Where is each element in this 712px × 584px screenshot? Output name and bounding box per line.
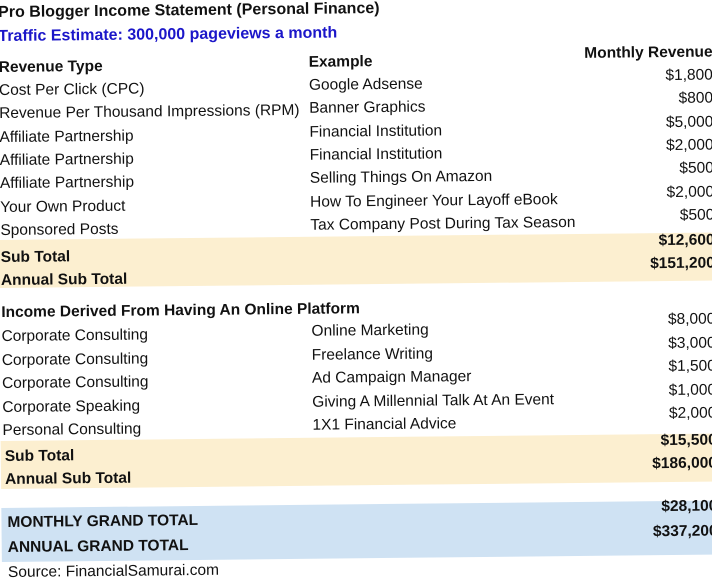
subtotal-label-1: Sub Total [0,248,71,267]
row-monthly-revenue: $1,500 [668,357,712,376]
income-statement-sheet: Pro Blogger Income Statement (Personal F… [0,0,712,581]
row-revenue-type: Revenue Per Thousand Impressions (RPM) [0,102,300,123]
row-revenue-type: Sponsored Posts [0,220,119,239]
row-revenue-type: Corporate Consulting [1,326,149,346]
subtotal-label-2: Sub Total [4,447,75,465]
row-monthly-revenue: $8,000 [667,310,712,329]
annual-grand-total-value: $337,200 [652,522,712,541]
row-monthly-revenue: $2,000 [666,183,712,201]
source-note: Source: FinancialSamurai.com [7,561,220,581]
annual-subtotal-value-2: $186,000 [652,454,712,473]
row-revenue-type: Affiliate Partnership [0,127,134,146]
row-monthly-revenue: $5,000 [665,113,712,131]
row-monthly-revenue: $500 [679,206,712,224]
row-revenue-type: Corporate Consulting [1,373,149,392]
traffic-estimate: Traffic Estimate: 300,000 pageviews a mo… [0,24,338,46]
row-revenue-type: Affiliate Partnership [0,173,135,193]
row-revenue-type: Corporate Speaking [2,397,141,416]
monthly-grand-total-value: $28,100 [661,497,712,516]
header-monthly-revenue: Monthly Revenue [584,43,712,62]
header-revenue-type: Revenue Type [0,57,103,77]
row-revenue-type: Personal Consulting [2,420,142,439]
annual-subtotal-value-1: $151,200 [650,254,712,273]
row-revenue-type: Corporate Consulting [1,349,149,369]
annual-subtotal-label-1: Annual Sub Total [0,270,128,290]
row-revenue-type: Your Own Product [0,197,126,216]
annual-subtotal-label-2: Annual Sub Total [4,469,132,488]
row-monthly-revenue: $2,000 [668,404,712,423]
row-monthly-revenue: $800 [678,89,712,108]
row-monthly-revenue: $2,000 [666,136,712,154]
row-monthly-revenue: $3,000 [668,334,712,352]
row-revenue-type: Cost Per Click (CPC) [0,80,145,100]
row-monthly-revenue: $500 [679,159,712,178]
row-monthly-revenue: $1,800 [665,66,712,85]
section2-title: Income Derived From Having An Online Pla… [1,300,360,322]
row-revenue-type: Affiliate Partnership [0,150,134,169]
statement-title: Pro Blogger Income Statement (Personal F… [0,0,380,22]
row-monthly-revenue: $1,000 [668,381,712,399]
annual-grand-total-label: ANNUAL GRAND TOTAL [7,537,189,556]
monthly-grand-total-label: MONTHLY GRAND TOTAL [7,511,199,531]
